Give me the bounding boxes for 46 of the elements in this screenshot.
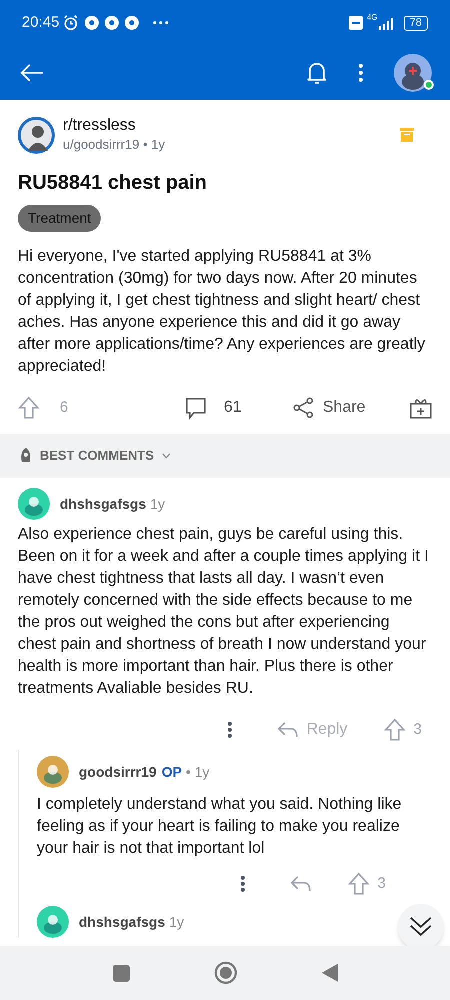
browser-icon (104, 16, 119, 30)
double-chevron-down-icon (409, 916, 433, 938)
comment-icon[interactable] (184, 396, 208, 420)
share-icon (293, 397, 315, 419)
post-title: RU58841 chest pain (18, 171, 208, 196)
clock: 20:45 (22, 12, 60, 33)
share-button[interactable]: Share (293, 396, 366, 420)
comment-text: I completely understand what you said. Nothing like feeling as if your heart is failing to make you realize your hair is not that important lol (37, 795, 403, 859)
back-arrow-icon[interactable] (20, 63, 44, 83)
battery-indicator: 78 (404, 16, 428, 30)
alarm-icon (62, 15, 79, 31)
more-options-icon[interactable] (226, 721, 233, 739)
gift-icon[interactable] (410, 397, 432, 419)
comment-author[interactable]: dhshsgafsgs (60, 494, 146, 514)
vote-count: 3 (414, 720, 422, 740)
post-meta: u/goodsirrr19 • 1y (63, 136, 166, 154)
back-icon[interactable] (322, 964, 338, 982)
browser-icon (84, 16, 99, 30)
subreddit-avatar[interactable] (18, 116, 55, 154)
post-body: Hi everyone, I've started applying RU58841 at 3% concentration (30mg) for two days now. After 20 minutes of applying it, I get chest tightness and slight heart/ chest aches. Has anyone experience this and did it go away after more applications/time? Any experiences are greatly appreciated! (18, 247, 426, 377)
comment-author[interactable]: goodsirrr19 (79, 762, 157, 782)
vote-count: 3 (378, 874, 386, 894)
more-icon (152, 21, 169, 25)
flair-tag[interactable]: Treatment (18, 205, 102, 232)
more-options-icon[interactable] (240, 875, 246, 893)
browser-icon (124, 16, 139, 30)
op-label: OP (162, 762, 182, 782)
comment-count: 61 (224, 398, 243, 418)
comment-age: • 1y (186, 762, 210, 782)
volte-icon (349, 16, 364, 30)
home-icon[interactable] (214, 961, 238, 985)
chevron-down-icon (162, 453, 172, 459)
comment-text: Also experience chest pain, guys be careful using this. Been on it for a week and after a couple times applying it I have chest tightness that lasts all day. I wasn’t even remotely concerned with the side effects because to me the pros out weighed the cons but after experiencing chest pain and shortness of breath I now understand your health is more important than hair. Plus there is other treatments Avaliable besides RU. (18, 525, 430, 699)
notification-bell-icon[interactable] (306, 61, 328, 85)
recent-apps-icon[interactable] (112, 964, 130, 982)
comment-author[interactable]: dhshsgafsgs (79, 912, 166, 932)
sort-button[interactable]: BEST COMMENTS (18, 446, 172, 466)
archive-icon (400, 128, 414, 142)
comment-age: 1y (169, 912, 184, 932)
subreddit-name[interactable]: r/tressless (63, 116, 166, 136)
vote-count: 6 (60, 398, 70, 418)
signal-icon (378, 16, 396, 30)
more-options-icon[interactable] (358, 63, 364, 83)
comment-age: 1y (150, 494, 166, 514)
profile-avatar[interactable] (394, 54, 432, 92)
network-type: 4G (367, 14, 378, 22)
